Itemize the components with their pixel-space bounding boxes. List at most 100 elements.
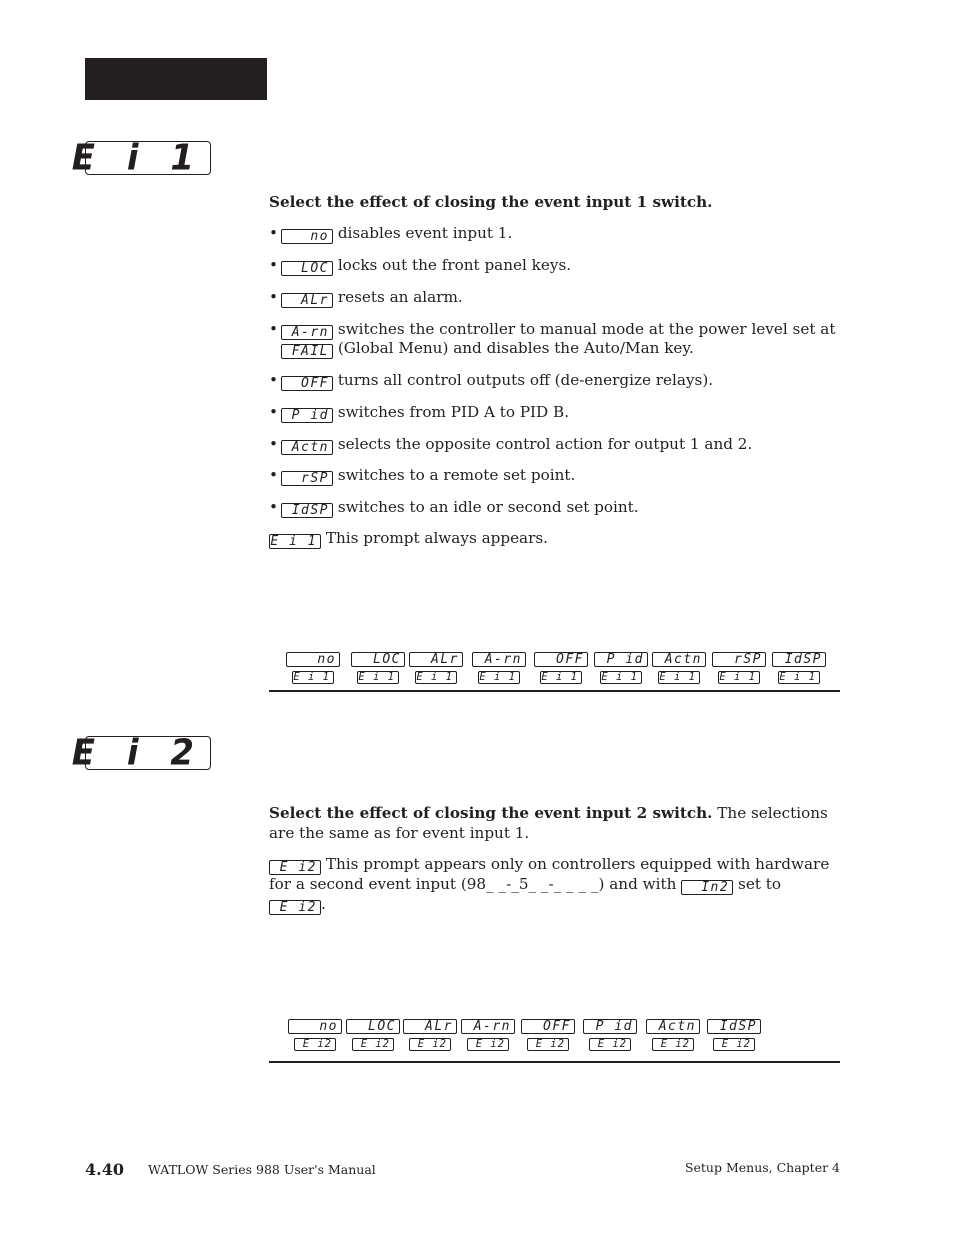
ei1-display-text: E i 1	[71, 137, 204, 179]
sequence-item: LOC E i 1	[351, 652, 405, 684]
sequence-prompt: E i2	[294, 1038, 336, 1051]
bullet-icon: •	[269, 403, 278, 421]
sequence-value: no	[288, 1019, 342, 1034]
sequence-value: OFF	[521, 1019, 575, 1034]
sequence-value: ALr	[409, 652, 463, 667]
sequence-prompt: E i 1	[478, 671, 520, 684]
option-code: A-rn	[281, 325, 333, 340]
sequence-item: P id E i 1	[594, 652, 648, 684]
ei2-note-text-4: .	[321, 895, 326, 913]
option-text: switches from PID A to PID B.	[337, 403, 570, 421]
sequence-prompt: E i2	[352, 1038, 394, 1051]
page-number: 4.40	[85, 1160, 124, 1179]
chapter-title: Setup Menus, Chapter 4	[684, 1160, 840, 1175]
option-code: no	[281, 229, 333, 244]
ei1-sequence-rule	[269, 690, 840, 692]
ei2-menu-sequence: no E i2 LOC E i2 ALr E i2 A-rn E i2 OFF E i2 P…	[269, 1019, 840, 1059]
ei1-note: E i 1 This prompt always appears.	[269, 529, 548, 549]
option-item: • P id switches from PID A to PID B.	[269, 403, 569, 423]
bullet-icon: •	[269, 435, 278, 453]
ei1-heading-text: Select the effect of closing the event i…	[269, 193, 713, 211]
ei1-note-code: E i 1	[269, 534, 321, 549]
ei1-menu-sequence: no E i 1 LOC E i 1 ALr E i 1 A-rn E i 1 OFF E …	[269, 652, 840, 692]
ei1-heading: Select the effect of closing the event i…	[269, 193, 841, 213]
sequence-item: P id E i2	[583, 1019, 637, 1051]
sequence-value: IdSP	[707, 1019, 761, 1034]
option-code: LOC	[281, 261, 333, 276]
option-item: • Actn selects the opposite control actio…	[269, 435, 752, 455]
ei2-note-code: E i2	[269, 860, 321, 875]
option-code: Actn	[281, 440, 333, 455]
option-text: switches the controller to manual mode a…	[337, 320, 836, 338]
ei2-description: Select the effect of closing the event i…	[269, 804, 841, 915]
sequence-item: OFF E i 1	[534, 652, 588, 684]
section-header-bar	[85, 58, 267, 100]
sequence-prompt: E i2	[409, 1038, 451, 1051]
option-extra-text: (Global Menu) and disables the Auto/Man …	[337, 339, 694, 357]
ei2-heading: Select the effect of closing the event i…	[269, 804, 713, 822]
sequence-prompt: E i 1	[778, 671, 820, 684]
sequence-item: OFF E i2	[521, 1019, 575, 1051]
sequence-prompt: E i 1	[292, 671, 334, 684]
sequence-item: LOC E i2	[346, 1019, 400, 1051]
sequence-item: IdSP E i2	[707, 1019, 761, 1051]
sequence-prompt: E i2	[589, 1038, 631, 1051]
sequence-value: Actn	[652, 652, 706, 667]
option-item: • IdSP switches to an idle or second set …	[269, 498, 639, 518]
ei2-note-code-3: E i2	[269, 900, 321, 915]
option-item: • ALr resets an alarm.	[269, 288, 463, 308]
ei2-note-text-1: This prompt appears only on controllers …	[325, 855, 830, 873]
option-text: switches to an idle or second set point.	[337, 498, 639, 516]
option-text: turns all control outputs off (de-energi…	[337, 371, 714, 389]
bullet-icon: •	[269, 288, 278, 306]
ei2-note-text-3: set to	[738, 875, 782, 893]
sequence-prompt: E i2	[713, 1038, 755, 1051]
sequence-value: A-rn	[472, 652, 526, 667]
sequence-prompt: E i 1	[415, 671, 457, 684]
sequence-item: IdSP E i 1	[772, 652, 826, 684]
option-text: switches to a remote set point.	[337, 466, 576, 484]
option-item: • LOC locks out the front panel keys.	[269, 256, 571, 276]
bullet-icon: •	[269, 256, 278, 274]
ei2-display-text: E i 2	[71, 732, 204, 774]
sequence-value: P id	[594, 652, 648, 667]
sequence-prompt: E i 1	[658, 671, 700, 684]
sequence-item: Actn E i 1	[652, 652, 706, 684]
option-text: disables event input 1.	[337, 224, 513, 242]
sequence-value: no	[286, 652, 340, 667]
option-text: resets an alarm.	[337, 288, 463, 306]
sequence-value: P id	[583, 1019, 637, 1034]
ei2-note-code-in2: In2	[681, 880, 734, 895]
sequence-prompt: E i 1	[600, 671, 642, 684]
option-code: P id	[281, 408, 333, 423]
sequence-item: rSP E i 1	[712, 652, 766, 684]
option-code: OFF	[281, 376, 333, 391]
sequence-prompt: E i2	[652, 1038, 694, 1051]
sequence-prompt: E i2	[467, 1038, 509, 1051]
option-item-continued: FAIL (Global Menu) and disables the Auto…	[269, 339, 694, 359]
ei2-display: E i 2	[72, 735, 211, 771]
sequence-value: rSP	[712, 652, 766, 667]
option-item: • rSP switches to a remote set point.	[269, 466, 575, 486]
sequence-value: IdSP	[772, 652, 826, 667]
sequence-value: LOC	[351, 652, 405, 667]
sequence-value: OFF	[534, 652, 588, 667]
sequence-item: no E i 1	[286, 652, 340, 684]
sequence-prompt: E i2	[527, 1038, 569, 1051]
option-code: IdSP	[281, 503, 333, 518]
option-item: • OFF turns all control outputs off (de-…	[269, 371, 713, 391]
ei2-note: E i2 This prompt appears only on control…	[269, 855, 841, 915]
sequence-item: Actn E i2	[646, 1019, 700, 1051]
ei2-sequence-rule	[269, 1061, 840, 1063]
sequence-item: A-rn E i2	[461, 1019, 515, 1051]
sequence-item: ALr E i 1	[409, 652, 463, 684]
option-extra-code: FAIL	[281, 344, 333, 359]
sequence-value: ALr	[403, 1019, 457, 1034]
sequence-value: Actn	[646, 1019, 700, 1034]
bullet-icon: •	[269, 498, 278, 516]
option-code: rSP	[281, 471, 333, 486]
bullet-icon: •	[269, 320, 278, 338]
sequence-item: no E i2	[288, 1019, 342, 1051]
option-item: • no disables event input 1.	[269, 224, 512, 244]
option-text: selects the opposite control action for …	[337, 435, 753, 453]
